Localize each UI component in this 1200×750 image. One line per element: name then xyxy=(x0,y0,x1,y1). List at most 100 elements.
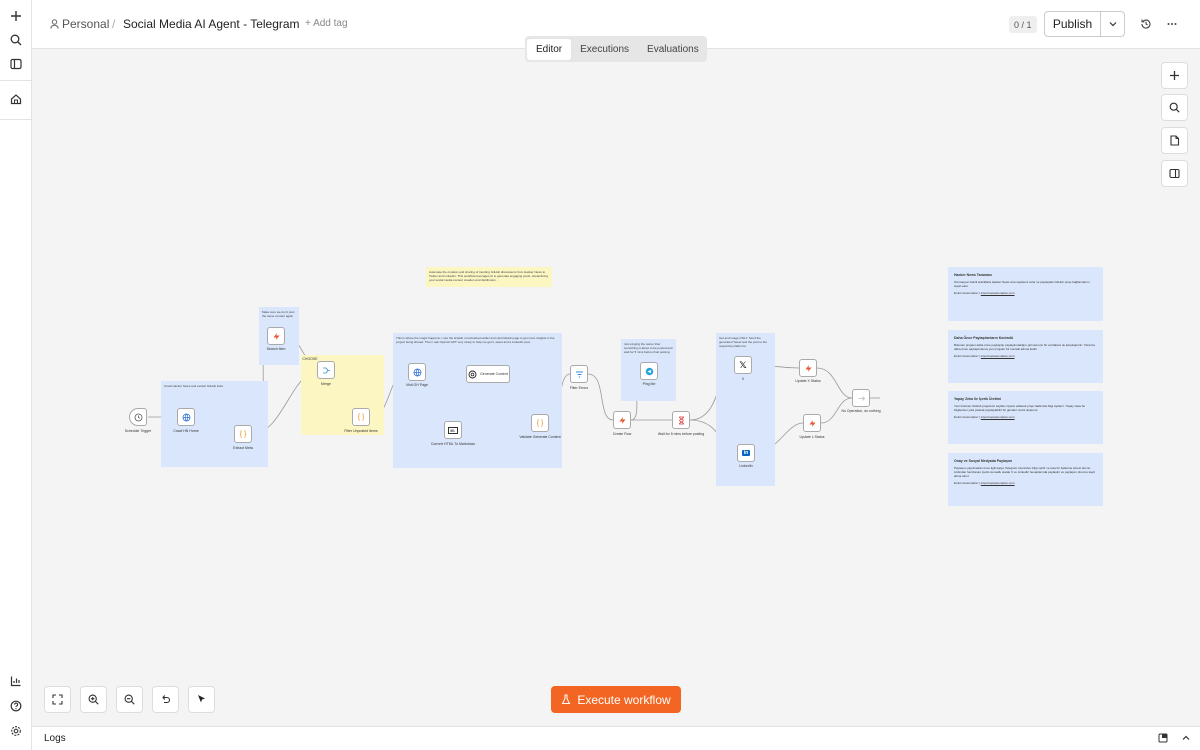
node-label: Filter Unposted Items xyxy=(344,429,378,433)
sticky-link[interactable]: intercrestautomation.com xyxy=(981,481,1015,485)
linkedin-icon: in xyxy=(742,450,750,456)
execute-label: Execute workflow xyxy=(577,692,671,707)
history-icon[interactable] xyxy=(1140,18,1152,30)
extract-meta-node[interactable]: { } xyxy=(234,425,252,443)
chart-icon[interactable] xyxy=(6,671,26,691)
popout-icon[interactable] xyxy=(1158,733,1168,743)
more-options-icon[interactable] xyxy=(1167,22,1177,26)
magic-note[interactable]: This is where the magic happens. I use t… xyxy=(393,333,562,468)
create-row-node[interactable] xyxy=(613,411,631,429)
sticky-duplicate-check[interactable]: Daha Önce Paylaşılanların Kontrolü Bulun… xyxy=(948,330,1103,383)
merge-note[interactable] xyxy=(301,355,384,435)
filter-errors-node[interactable] xyxy=(570,365,588,383)
update-x-status-node[interactable] xyxy=(799,359,817,377)
node-label: Validate Generate Content xyxy=(519,435,561,439)
search-item-node[interactable] xyxy=(267,327,285,345)
linkedin-node[interactable]: in xyxy=(737,444,755,462)
sticky-link[interactable]: intercrestautomation.com xyxy=(981,291,1015,295)
plus-icon[interactable] xyxy=(6,6,26,26)
node-inline-label: Generate Content xyxy=(480,372,508,376)
execute-workflow-button[interactable]: Execute workflow xyxy=(551,686,681,713)
markdown-icon: M↓ xyxy=(448,426,458,434)
filter-unposted-node[interactable]: { } xyxy=(352,408,370,426)
undo-icon xyxy=(162,695,171,704)
supabase-icon xyxy=(273,332,279,340)
workflow-counter: 0 / 1 xyxy=(1009,16,1037,33)
node-label: Search Item xyxy=(266,347,286,351)
intro-note[interactable]: Automate the curation and sharing of tre… xyxy=(426,267,552,287)
ping-me-node[interactable] xyxy=(640,362,658,380)
sticky-hacker-news[interactable]: Hacker News Taraması Otomasyon belirli a… xyxy=(948,267,1103,321)
generate-content-node[interactable]: Generate Content xyxy=(466,365,510,383)
add-tag-button[interactable]: + Add tag xyxy=(305,18,348,29)
fit-view-button[interactable] xyxy=(44,686,71,713)
no-operation-node[interactable] xyxy=(852,389,870,407)
node-label: Update L Status xyxy=(799,435,825,439)
convert-markdown-node[interactable]: M↓ xyxy=(444,421,462,439)
node-label: Merge xyxy=(321,382,331,386)
pointer-button[interactable] xyxy=(188,686,215,713)
flask-icon xyxy=(562,694,571,704)
settings-icon[interactable] xyxy=(6,721,26,741)
x-logo-icon: 𝕏 xyxy=(739,359,747,370)
supabase-icon xyxy=(809,419,815,427)
openai-icon xyxy=(468,370,477,378)
hourglass-icon xyxy=(678,416,684,424)
zoom-in-icon xyxy=(88,694,99,705)
sticky-title: Yapay Zeka ile İçerik Üretimi xyxy=(954,397,1002,401)
merge-mode-label: CHOOSE xyxy=(302,357,318,361)
logs-label: Logs xyxy=(44,733,66,744)
cursor-icon xyxy=(198,695,205,703)
sticky-link[interactable]: intercrestautomation.com xyxy=(981,354,1015,358)
code-braces-icon: { } xyxy=(536,419,544,427)
node-label: Schedule Trigger xyxy=(124,429,152,433)
wait-node[interactable] xyxy=(672,411,690,429)
chevron-down-icon[interactable] xyxy=(1101,12,1124,36)
node-label: Crawl HN Home xyxy=(173,429,199,433)
undo-button[interactable] xyxy=(152,686,179,713)
zoom-out-button[interactable] xyxy=(116,686,143,713)
node-label: No Operation, do nothing xyxy=(841,409,881,413)
sticky-footer: Emirin Automation | xyxy=(954,354,981,358)
node-label: X xyxy=(741,377,745,381)
code-braces-icon: { } xyxy=(357,413,365,421)
sticky-title: Daha Önce Paylaşılanların Kontrolü xyxy=(954,336,1014,340)
crawl-hn-node[interactable] xyxy=(177,408,195,426)
breadcrumb-project[interactable]: Personal xyxy=(62,17,109,31)
fit-view-icon xyxy=(52,694,63,705)
node-label: Filter Errors xyxy=(569,386,589,390)
supabase-icon xyxy=(805,364,811,372)
panel-icon[interactable] xyxy=(6,54,26,74)
publish-button[interactable]: Publish xyxy=(1045,12,1101,36)
home-icon[interactable] xyxy=(6,89,26,109)
visit-gh-node[interactable] xyxy=(408,363,426,381)
merge-node[interactable] xyxy=(317,361,335,379)
node-label: Wait for 5 mins before posting xyxy=(657,432,705,436)
node-label: LinkedIn xyxy=(739,464,753,468)
sidebar-divider xyxy=(0,119,32,120)
left-sidebar xyxy=(0,0,32,750)
chevron-up-icon[interactable] xyxy=(1182,735,1190,741)
sticky-ai-content[interactable]: Yapay Zeka ile İçerik Üretimi Yeni bulun… xyxy=(948,391,1103,444)
workflow-name[interactable]: Social Media AI Agent - Telegram xyxy=(123,17,300,31)
schedule-trigger-node[interactable] xyxy=(129,408,147,426)
workflow-canvas[interactable]: Editor Executions Evaluations Automate t… xyxy=(32,36,1200,726)
sticky-body: Paylaşım yapılmadan önce ilgili kişiye T… xyxy=(954,466,1096,478)
supabase-icon xyxy=(619,416,625,424)
sidebar-divider xyxy=(0,80,32,81)
zoom-in-button[interactable] xyxy=(80,686,107,713)
validate-content-node[interactable]: { } xyxy=(531,414,549,432)
breadcrumb-separator: / xyxy=(112,17,116,31)
sticky-link[interactable]: intercrestautomation.com xyxy=(981,415,1015,419)
help-icon[interactable] xyxy=(6,696,26,716)
code-braces-icon: { } xyxy=(239,430,247,438)
sticky-footer: Emirin Automation | xyxy=(954,415,981,419)
node-label: Update X Status xyxy=(795,379,821,383)
x-node[interactable]: 𝕏 xyxy=(734,356,752,374)
sticky-approval-posting[interactable]: Onay ve Sosyal Medyada Paylaşım Paylaşım… xyxy=(948,453,1103,506)
update-l-status-node[interactable] xyxy=(803,414,821,432)
publish-group: Publish xyxy=(1044,11,1125,37)
logs-bar[interactable]: Logs xyxy=(32,726,1200,750)
search-icon[interactable] xyxy=(6,30,26,50)
sticky-body: Bulunan projeler daha önce paylaşılıp pa… xyxy=(954,343,1095,351)
